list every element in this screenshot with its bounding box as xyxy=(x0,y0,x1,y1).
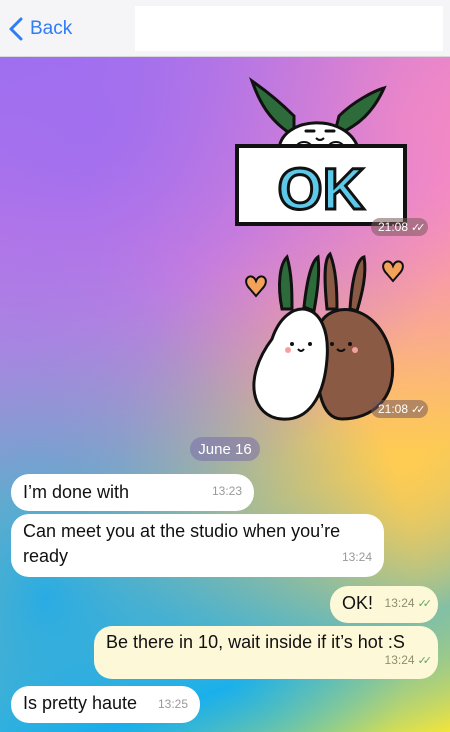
ok-bunny-sticker[interactable]: OK 21:08 ✓✓ xyxy=(234,76,429,241)
message-time: 13:25 xyxy=(157,697,188,711)
message-time: 13:24 ✓✓ xyxy=(384,596,433,610)
sticker-time: 21:08 ✓✓ xyxy=(371,218,429,236)
message-text: I’m done with xyxy=(23,482,130,502)
chat-area[interactable]: OK 21:08 ✓✓ 21:08 ✓✓ June 16 I’m done wi… xyxy=(0,56,450,732)
ok-bunny-illustration: OK xyxy=(235,77,407,226)
chevron-left-icon xyxy=(9,17,23,41)
double-check-icon: ✓✓ xyxy=(417,655,433,667)
message-text-line: ready xyxy=(23,546,69,566)
double-check-icon: ✓✓ xyxy=(417,598,433,610)
incoming-message[interactable]: Is pretty haute 13:25 xyxy=(11,686,200,723)
incoming-message[interactable]: I’m done with 13:23 xyxy=(11,474,254,511)
outgoing-message[interactable]: Be there in 10, wait inside if it’s hot … xyxy=(94,626,438,679)
sticker-time: 21:08 ✓✓ xyxy=(371,400,429,418)
outgoing-message[interactable]: OK! 13:24 ✓✓ xyxy=(330,586,438,623)
message-time: 13:23 xyxy=(211,484,242,498)
back-button[interactable]: Back xyxy=(8,16,72,42)
incoming-message[interactable]: Can meet you at the studio when you’re r… xyxy=(11,514,384,577)
date-separator: June 16 xyxy=(190,437,260,461)
message-text-line: Can meet you at the studio when you’re xyxy=(23,521,341,541)
hugging-bunnies-sticker[interactable]: 21:08 ✓✓ xyxy=(232,249,429,424)
double-check-icon: ✓✓ xyxy=(411,403,426,416)
message-text: Is pretty haute xyxy=(23,693,138,713)
double-check-icon: ✓✓ xyxy=(411,221,426,234)
hugging-bunnies-illustration xyxy=(245,251,404,421)
top-bar: Back xyxy=(0,0,450,57)
ok-sign-text: OK xyxy=(278,157,365,222)
message-time: 13:24 ✓✓ xyxy=(384,653,433,667)
message-text: Be there in 10, wait inside if it’s hot … xyxy=(106,632,405,652)
chat-title-area[interactable] xyxy=(135,6,443,51)
back-label: Back xyxy=(30,18,73,39)
message-time: 13:24 xyxy=(341,550,372,564)
message-text: OK! xyxy=(342,593,374,613)
